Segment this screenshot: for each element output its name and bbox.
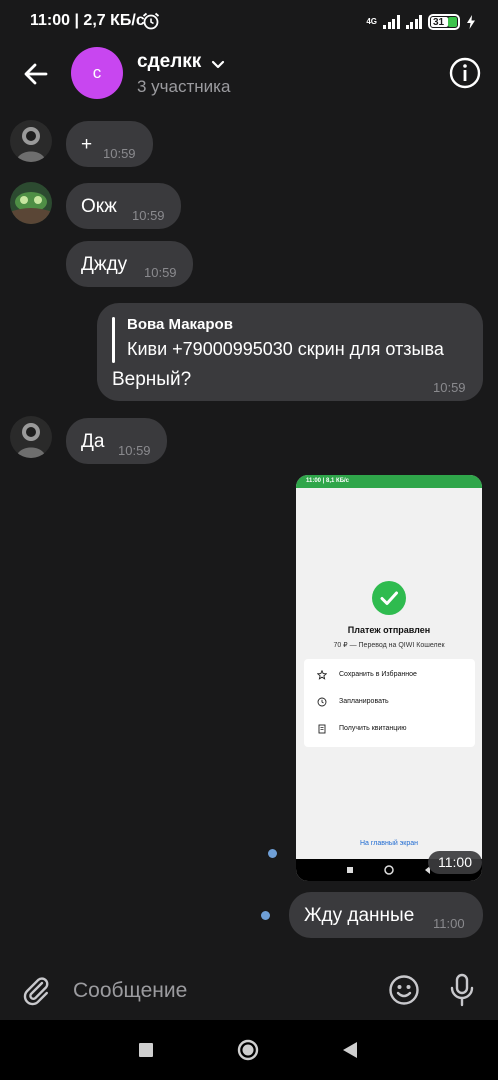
info-icon[interactable] bbox=[448, 56, 482, 90]
recents-button[interactable] bbox=[139, 1043, 153, 1057]
receipt-icon bbox=[318, 724, 326, 734]
message-time: 10:59 bbox=[132, 208, 165, 223]
emoji-icon[interactable] bbox=[388, 974, 420, 1006]
avatar[interactable] bbox=[10, 120, 52, 162]
screenshot-options: Сохранить в Избранное Запланировать Полу… bbox=[304, 659, 475, 747]
message-time: 10:59 bbox=[144, 265, 177, 280]
reply-text[interactable]: Киви +79000995030 скрин для отзыва bbox=[127, 339, 465, 360]
paperclip-icon[interactable] bbox=[20, 974, 52, 1006]
message-time: 11:00 bbox=[433, 916, 465, 931]
group-avatar[interactable]: с bbox=[71, 47, 123, 99]
chevron-down-icon[interactable] bbox=[210, 56, 226, 72]
reply-author[interactable]: Вова Макаров bbox=[127, 316, 233, 333]
back-button[interactable] bbox=[342, 1041, 358, 1059]
avatar[interactable] bbox=[10, 182, 52, 224]
message-text: Окж bbox=[81, 196, 117, 217]
message-input[interactable]: Сообщение bbox=[73, 979, 187, 1003]
message-composer: Сообщение bbox=[0, 960, 498, 1020]
message-time: 10:59 bbox=[118, 443, 151, 458]
message-text: Верный? bbox=[112, 369, 192, 390]
message-bubble[interactable]: + 10:59 bbox=[66, 121, 153, 167]
reply-indicator bbox=[112, 317, 115, 363]
message-bubble[interactable]: Окж 10:59 bbox=[66, 183, 181, 229]
system-nav-bar bbox=[0, 1020, 498, 1080]
screenshot-link: На главный экран bbox=[359, 840, 419, 847]
unread-dot bbox=[268, 849, 277, 858]
status-bar: 11:00 | 2,7 КБ/с 4G 31 bbox=[0, 0, 498, 44]
screenshot-title: Платеж отправлен bbox=[347, 625, 431, 635]
message-text: + bbox=[81, 134, 93, 155]
message-time: 10:59 bbox=[103, 146, 136, 161]
members-count: 3 участника bbox=[137, 77, 231, 96]
message-bubble[interactable]: Да 10:59 bbox=[66, 418, 167, 464]
message-bubble[interactable]: Джду 10:59 bbox=[66, 241, 193, 287]
battery-icon: 31 bbox=[428, 14, 460, 30]
signal-icon bbox=[405, 15, 422, 29]
signal-icon bbox=[383, 15, 400, 29]
message-text: Жду данные bbox=[304, 905, 415, 926]
back-arrow-icon[interactable] bbox=[18, 56, 54, 92]
message-time: 10:59 bbox=[433, 380, 466, 395]
network-type: 4G bbox=[366, 17, 377, 26]
clock-icon bbox=[317, 697, 327, 707]
message-bubble[interactable]: Жду данные 11:00 bbox=[289, 892, 483, 938]
screenshot-option: Запланировать bbox=[304, 689, 475, 715]
check-icon bbox=[372, 581, 406, 615]
star-icon bbox=[317, 670, 327, 680]
home-button[interactable] bbox=[237, 1039, 259, 1061]
screenshot-option: Сохранить в Избранное bbox=[304, 662, 475, 688]
message-bubble[interactable]: Вова Макаров Киви +79000995030 скрин для… bbox=[97, 303, 483, 401]
alarm-icon bbox=[142, 12, 160, 30]
avatar[interactable] bbox=[10, 416, 52, 458]
unread-dot bbox=[261, 911, 270, 920]
microphone-icon[interactable] bbox=[448, 973, 476, 1007]
status-time: 11:00 | 2,7 КБ/с bbox=[30, 12, 145, 29]
message-time: 11:00 bbox=[428, 851, 482, 874]
chat-header: с сделкк 3 участника bbox=[0, 44, 498, 106]
chat-title[interactable]: сделкк bbox=[137, 51, 201, 73]
charging-icon bbox=[467, 15, 475, 29]
payment-screenshot-image[interactable]: 11:00 | 8,1 КБ/с Платеж отправлен 70 ₽ —… bbox=[296, 475, 482, 881]
message-text: Джду bbox=[81, 254, 128, 275]
screenshot-status-bar: 11:00 | 8,1 КБ/с bbox=[296, 475, 482, 488]
battery-level: 31 bbox=[433, 16, 445, 28]
message-text: Да bbox=[81, 431, 105, 452]
screenshot-subtitle: 70 ₽ — Перевод на QIWI Кошелек bbox=[333, 642, 445, 649]
screenshot-option: Получить квитанцию bbox=[304, 716, 475, 742]
